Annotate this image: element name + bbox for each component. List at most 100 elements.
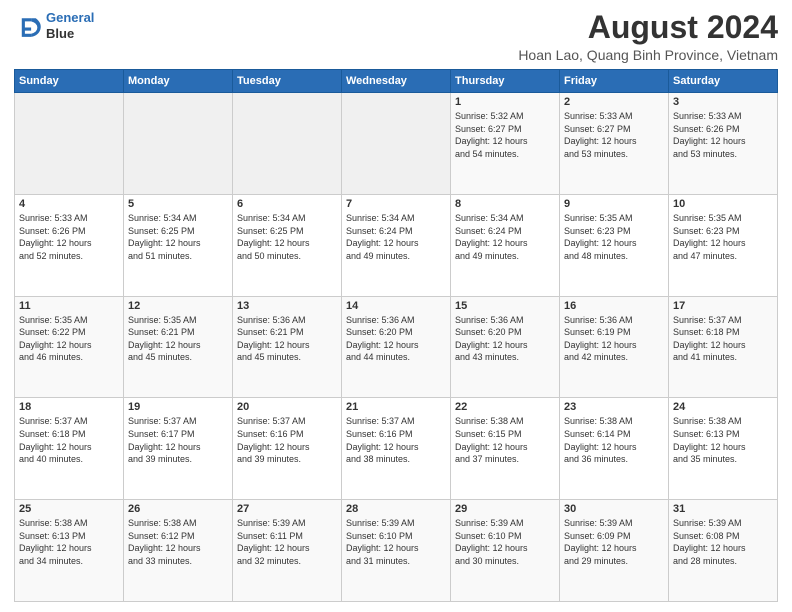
day-number: 6 [237,198,337,210]
cell-2-6: 17 Sunrise: 5:37 AM Sunset: 6:18 PM Dayli… [669,296,778,398]
cell-3-3: 21 Sunrise: 5:37 AM Sunset: 6:16 PM Dayli… [342,398,451,500]
day-number: 28 [346,503,446,515]
cell-4-0: 25 Sunrise: 5:38 AM Sunset: 6:13 PM Dayli… [15,500,124,602]
cell-3-5: 23Sunrise: 5:38 AM Sunset: 6:14 PM Dayli… [560,398,669,500]
cell-0-0 [15,93,124,195]
week-row-4: 25 Sunrise: 5:38 AM Sunset: 6:13 PM Dayli… [15,500,778,602]
day-number: 2 [564,96,664,108]
day-number: 8 [455,198,555,210]
logo-icon [14,12,42,40]
cell-1-4: 8 Sunrise: 5:34 AM Sunset: 6:24 PM Daylig… [451,194,560,296]
title-block: August 2024 Hoan Lao, Quang Binh Provinc… [518,10,778,63]
cell-content: Sunrise: 5:37 AM Sunset: 6:16 PM Dayligh… [346,415,446,465]
cell-1-3: 7 Sunrise: 5:34 AM Sunset: 6:24 PM Daylig… [342,194,451,296]
calendar-table: SundayMondayTuesdayWednesdayThursdayFrid… [14,69,778,602]
cell-0-2 [233,93,342,195]
cell-0-1 [124,93,233,195]
cell-2-3: 14 Sunrise: 5:36 AM Sunset: 6:20 PM Dayli… [342,296,451,398]
cell-content: Sunrise: 5:38 AM Sunset: 6:15 PM Dayligh… [455,415,555,465]
day-number: 1 [455,96,555,108]
cell-4-2: 27 Sunrise: 5:39 AM Sunset: 6:11 PM Dayli… [233,500,342,602]
day-number: 10 [673,198,773,210]
cell-content: Sunrise: 5:38 AM Sunset: 6:13 PM Dayligh… [19,517,119,567]
cell-content: Sunrise: 5:33 AM Sunset: 6:26 PM Dayligh… [19,212,119,262]
cell-content: Sunrise: 5:37 AM Sunset: 6:18 PM Dayligh… [673,314,773,364]
day-number: 14 [346,300,446,312]
subtitle: Hoan Lao, Quang Binh Province, Vietnam [518,47,778,63]
cell-0-3 [342,93,451,195]
day-number: 31 [673,503,773,515]
cell-4-6: 31 Sunrise: 5:39 AM Sunset: 6:08 PM Dayli… [669,500,778,602]
cell-content: Sunrise: 5:35 AM Sunset: 6:23 PM Dayligh… [564,212,664,262]
cell-0-6: 3Sunrise: 5:33 AM Sunset: 6:26 PM Daylig… [669,93,778,195]
cell-content: Sunrise: 5:35 AM Sunset: 6:22 PM Dayligh… [19,314,119,364]
cell-0-4: 1 Sunrise: 5:32 AM Sunset: 6:27 PM Daylig… [451,93,560,195]
cell-3-6: 24Sunrise: 5:38 AM Sunset: 6:13 PM Dayli… [669,398,778,500]
cell-content: Sunrise: 5:39 AM Sunset: 6:11 PM Dayligh… [237,517,337,567]
week-row-3: 18Sunrise: 5:37 AM Sunset: 6:18 PM Dayli… [15,398,778,500]
logo: General Blue [14,10,94,41]
day-number: 29 [455,503,555,515]
day-number: 25 [19,503,119,515]
cell-content: Sunrise: 5:33 AM Sunset: 6:27 PM Dayligh… [564,110,664,160]
col-header-wednesday: Wednesday [342,70,451,93]
day-number: 4 [19,198,119,210]
cell-content: Sunrise: 5:38 AM Sunset: 6:12 PM Dayligh… [128,517,228,567]
cell-1-5: 9 Sunrise: 5:35 AM Sunset: 6:23 PM Daylig… [560,194,669,296]
day-number: 12 [128,300,228,312]
day-number: 5 [128,198,228,210]
day-number: 27 [237,503,337,515]
col-header-thursday: Thursday [451,70,560,93]
col-header-tuesday: Tuesday [233,70,342,93]
cell-1-2: 6 Sunrise: 5:34 AM Sunset: 6:25 PM Daylig… [233,194,342,296]
cell-0-5: 2 Sunrise: 5:33 AM Sunset: 6:27 PM Daylig… [560,93,669,195]
cell-content: Sunrise: 5:39 AM Sunset: 6:10 PM Dayligh… [455,517,555,567]
cell-4-4: 29 Sunrise: 5:39 AM Sunset: 6:10 PM Dayli… [451,500,560,602]
day-number: 22 [455,401,555,413]
day-number: 9 [564,198,664,210]
cell-content: Sunrise: 5:34 AM Sunset: 6:24 PM Dayligh… [346,212,446,262]
cell-4-5: 30 Sunrise: 5:39 AM Sunset: 6:09 PM Dayli… [560,500,669,602]
cell-content: Sunrise: 5:37 AM Sunset: 6:16 PM Dayligh… [237,415,337,465]
cell-1-0: 4 Sunrise: 5:33 AM Sunset: 6:26 PM Daylig… [15,194,124,296]
cell-content: Sunrise: 5:37 AM Sunset: 6:17 PM Dayligh… [128,415,228,465]
cell-content: Sunrise: 5:34 AM Sunset: 6:24 PM Dayligh… [455,212,555,262]
main-title: August 2024 [518,10,778,45]
cell-2-5: 16 Sunrise: 5:36 AM Sunset: 6:19 PM Dayli… [560,296,669,398]
cell-content: Sunrise: 5:33 AM Sunset: 6:26 PM Dayligh… [673,110,773,160]
day-number: 21 [346,401,446,413]
logo-text: General Blue [46,10,94,41]
cell-3-2: 20 Sunrise: 5:37 AM Sunset: 6:16 PM Dayli… [233,398,342,500]
page: General Blue August 2024 Hoan Lao, Quang… [0,0,792,612]
day-number: 18 [19,401,119,413]
col-header-sunday: Sunday [15,70,124,93]
cell-content: Sunrise: 5:34 AM Sunset: 6:25 PM Dayligh… [237,212,337,262]
day-number: 13 [237,300,337,312]
cell-2-2: 13 Sunrise: 5:36 AM Sunset: 6:21 PM Dayli… [233,296,342,398]
cell-content: Sunrise: 5:39 AM Sunset: 6:09 PM Dayligh… [564,517,664,567]
cell-4-3: 28Sunrise: 5:39 AM Sunset: 6:10 PM Dayli… [342,500,451,602]
week-row-1: 4 Sunrise: 5:33 AM Sunset: 6:26 PM Daylig… [15,194,778,296]
cell-content: Sunrise: 5:36 AM Sunset: 6:20 PM Dayligh… [346,314,446,364]
day-number: 19 [128,401,228,413]
cell-content: Sunrise: 5:36 AM Sunset: 6:19 PM Dayligh… [564,314,664,364]
cell-content: Sunrise: 5:36 AM Sunset: 6:20 PM Dayligh… [455,314,555,364]
day-number: 17 [673,300,773,312]
day-number: 7 [346,198,446,210]
cell-content: Sunrise: 5:38 AM Sunset: 6:13 PM Dayligh… [673,415,773,465]
header: General Blue August 2024 Hoan Lao, Quang… [14,10,778,63]
cell-content: Sunrise: 5:35 AM Sunset: 6:21 PM Dayligh… [128,314,228,364]
day-number: 16 [564,300,664,312]
cell-content: Sunrise: 5:32 AM Sunset: 6:27 PM Dayligh… [455,110,555,160]
day-number: 23 [564,401,664,413]
col-header-monday: Monday [124,70,233,93]
cell-1-6: 10Sunrise: 5:35 AM Sunset: 6:23 PM Dayli… [669,194,778,296]
day-number: 20 [237,401,337,413]
day-number: 11 [19,300,119,312]
cell-4-1: 26Sunrise: 5:38 AM Sunset: 6:12 PM Dayli… [124,500,233,602]
day-number: 30 [564,503,664,515]
cell-content: Sunrise: 5:39 AM Sunset: 6:08 PM Dayligh… [673,517,773,567]
cell-content: Sunrise: 5:36 AM Sunset: 6:21 PM Dayligh… [237,314,337,364]
week-row-0: 1 Sunrise: 5:32 AM Sunset: 6:27 PM Daylig… [15,93,778,195]
week-row-2: 11 Sunrise: 5:35 AM Sunset: 6:22 PM Dayli… [15,296,778,398]
